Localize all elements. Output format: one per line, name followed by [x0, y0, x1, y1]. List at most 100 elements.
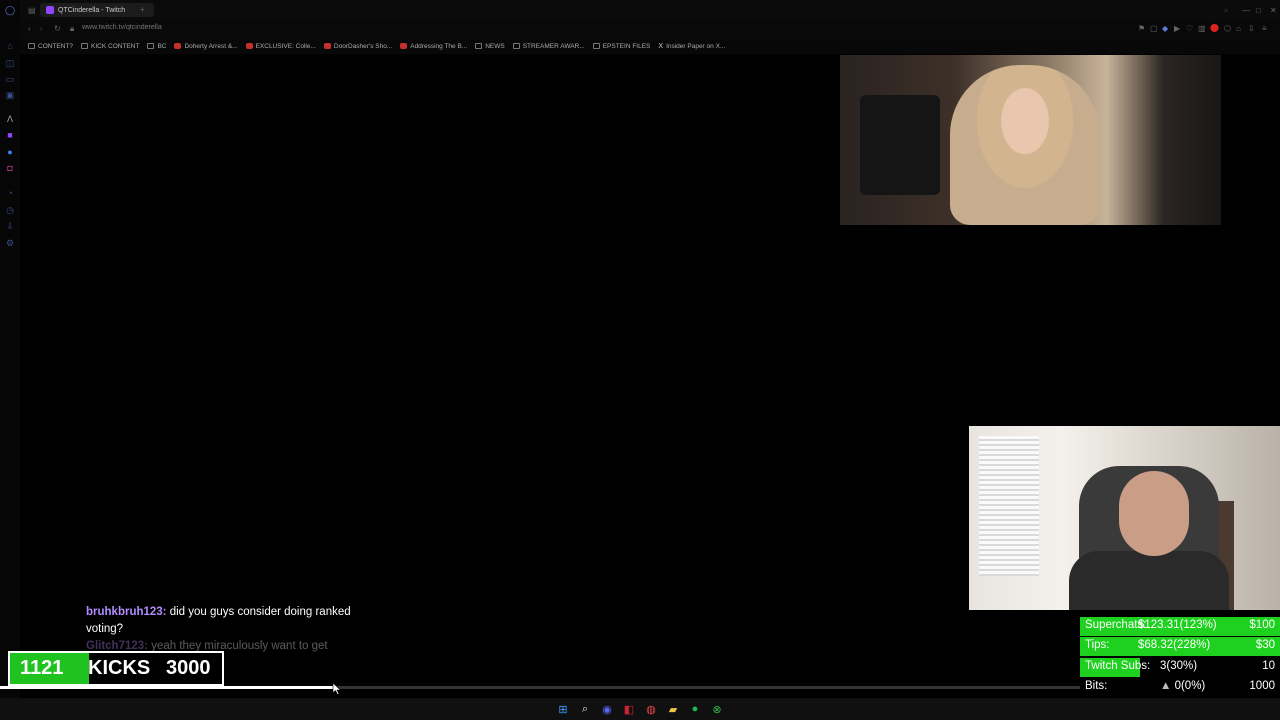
browser-sidebar: ◯ ⌂ ◫ ▭ ▣ Λ ■ ● ◘ ◔ ◷ ⇩ ⚙: [0, 0, 20, 720]
sidebar-settings-icon[interactable]: ⚙: [4, 237, 16, 249]
bookmark-label: STREAMER AWAR...: [522, 42, 585, 50]
donation-goal-row: Tips: $68.32(228%) $30: [1080, 636, 1280, 656]
chat-username: bruhkbruh123:: [86, 606, 167, 618]
tab-qtcinderella[interactable]: QTCinderella - Twitch: [40, 3, 154, 17]
heart-icon[interactable]: ♡: [1186, 24, 1193, 33]
donation-goal-target: 1000: [1249, 680, 1275, 692]
tab-list-icon[interactable]: ▤: [28, 6, 36, 15]
bookmark-label: NEWS: [485, 42, 505, 50]
download-icon[interactable]: ⇩: [1248, 24, 1255, 33]
donation-goal-label: Bits:: [1085, 680, 1108, 692]
bookmark-label: DoorDasher's Sho...: [333, 42, 393, 50]
donation-goal-label: Twitch Subs:: [1085, 660, 1151, 672]
sidebar-download-icon[interactable]: ⇩: [4, 220, 16, 232]
search-icon[interactable]: ⌕: [1224, 6, 1228, 16]
sidebar-instagram-icon[interactable]: ◘: [4, 162, 16, 174]
window-blinds: [979, 436, 1039, 576]
bookmark-label: BC: [157, 42, 167, 50]
youtube-icon: [400, 43, 408, 49]
bookmark-item[interactable]: Doherty Arrest &...: [174, 42, 238, 50]
bookmark-label: Doherty Arrest &...: [184, 42, 238, 50]
close-button[interactable]: ✕: [1270, 6, 1277, 15]
bookmark-label: EPSTEIN FILES: [602, 42, 651, 50]
bits-icon: ▲: [1160, 680, 1175, 692]
donation-goal-target: $100: [1249, 619, 1275, 631]
sidebar-history-icon[interactable]: ◷: [4, 204, 16, 216]
file-explorer-icon[interactable]: ▰: [665, 701, 681, 717]
record-icon[interactable]: ⬤: [1210, 23, 1219, 32]
sidebar-chat-icon[interactable]: ▭: [4, 73, 16, 85]
forward-icon[interactable]: ›: [40, 24, 43, 33]
donation-goal-label: Tips:: [1085, 639, 1110, 651]
donation-goal-value: 0(0%): [1174, 680, 1206, 692]
wallet-icon[interactable]: ⌂: [1236, 24, 1241, 33]
bookmark-icon[interactable]: ⚑: [1138, 24, 1145, 33]
folder-icon: [512, 43, 520, 49]
bookmark-item[interactable]: CONTENT?: [28, 43, 73, 50]
chrome-icon[interactable]: ◍: [643, 701, 659, 717]
bookmark-item[interactable]: DoorDasher's Sho...: [323, 42, 393, 50]
bookmark-label: KICK CONTENT: [91, 42, 140, 50]
tab-title: QTCinderella - Twitch: [58, 6, 126, 14]
address-bar-row: ‹ › ↻ 🔒︎ www.twitch.tv/qtcinderella ⚑ ▢ …: [20, 20, 1280, 38]
streamer-body: [1069, 551, 1229, 610]
folder-icon: [81, 43, 89, 49]
bookmark-item[interactable]: EPSTEIN FILES: [592, 42, 651, 50]
donation-goal-value: $123.31(123%): [1138, 619, 1217, 631]
menu-icon[interactable]: ≡: [1262, 24, 1267, 33]
donation-goal-value: 3(30%): [1160, 660, 1198, 672]
app-icon[interactable]: ◧: [621, 701, 637, 717]
donation-goal-row: Superchats: $123.31(123%) $100: [1080, 616, 1280, 636]
bookmark-item[interactable]: EXCLUSIVE: Colle...: [245, 42, 316, 50]
xbox-icon[interactable]: ⊗: [709, 701, 725, 717]
sidebar-home-icon[interactable]: ⌂: [4, 40, 16, 52]
bookmark-item[interactable]: Addressing The B...: [400, 43, 467, 50]
sidebar-clock-icon[interactable]: ◔: [4, 187, 16, 199]
chat-overlay: bruhkbruh123: did you guys consider doin…: [86, 604, 386, 655]
sidebar-bag-icon[interactable]: ◫: [4, 57, 16, 69]
microphone-arm: [860, 95, 940, 195]
mouse-cursor-icon: [332, 683, 341, 695]
bookmark-label: EXCLUSIVE: Colle...: [255, 42, 316, 50]
url-field[interactable]: www.twitch.tv/qtcinderella: [82, 24, 162, 31]
sidebar-twitch-app-icon[interactable]: ■: [4, 129, 16, 141]
vpn-icon[interactable]: ◆: [1162, 24, 1168, 33]
tab-bar: ▤ QTCinderella - Twitch + ⌕ — □ ✕: [20, 0, 1280, 20]
screenshot-icon[interactable]: ▢: [1150, 24, 1158, 33]
maximize-button[interactable]: □: [1256, 6, 1261, 15]
bookmark-label: Insider Paper on X...: [666, 42, 726, 50]
seek-bar[interactable]: [0, 686, 1080, 689]
sidebar-twitch-icon[interactable]: ▣: [4, 89, 16, 101]
search-icon[interactable]: ⌕: [577, 701, 593, 717]
bookmark-item[interactable]: STREAMER AWAR...: [512, 42, 585, 50]
donation-goal-row: Twitch Subs: 3(30%) 10: [1080, 657, 1280, 677]
play-icon[interactable]: ▶: [1174, 24, 1180, 33]
windows-start-icon[interactable]: ⊞: [555, 701, 571, 717]
reload-icon[interactable]: ↻: [54, 24, 61, 33]
bookmark-item[interactable]: BC: [147, 43, 166, 50]
donation-goal-value: $68.32(228%): [1138, 639, 1211, 651]
minimize-button[interactable]: —: [1242, 6, 1250, 15]
folder-icon: [475, 43, 483, 49]
back-icon[interactable]: ‹: [28, 24, 31, 33]
sidebar-messenger-icon[interactable]: ●: [4, 146, 16, 158]
chat-message: bruhkbruh123: did you guys consider doin…: [86, 604, 386, 638]
browser-menu-icon[interactable]: ◯: [4, 4, 16, 16]
sidebar-arc-icon[interactable]: Λ: [4, 113, 16, 125]
windows-taskbar: ⊞ ⌕ ◉ ◧ ◍ ▰ ● ⊗: [0, 698, 1280, 720]
bookmark-item[interactable]: KICK CONTENT: [81, 43, 139, 50]
extensions-icon[interactable]: ⬡: [1224, 24, 1231, 33]
donation-goal-target: $30: [1255, 639, 1275, 651]
x-icon: X: [658, 43, 664, 50]
new-tab-button[interactable]: +: [140, 5, 145, 14]
bookmarks-bar: CONTENT? KICK CONTENT BC Doherty Arrest &..…: [20, 38, 1280, 54]
kicks-current: 1121: [20, 657, 64, 679]
bookmark-label: Addressing The B...: [410, 42, 468, 50]
ad-icon[interactable]: ▥: [1198, 24, 1206, 33]
bookmark-item[interactable]: X Insider Paper on X...: [658, 42, 726, 51]
spotify-icon[interactable]: ●: [687, 701, 703, 717]
youtube-icon: [323, 43, 331, 49]
folder-icon: [592, 43, 600, 49]
discord-icon[interactable]: ◉: [599, 701, 615, 717]
bookmark-item[interactable]: NEWS: [475, 43, 505, 50]
